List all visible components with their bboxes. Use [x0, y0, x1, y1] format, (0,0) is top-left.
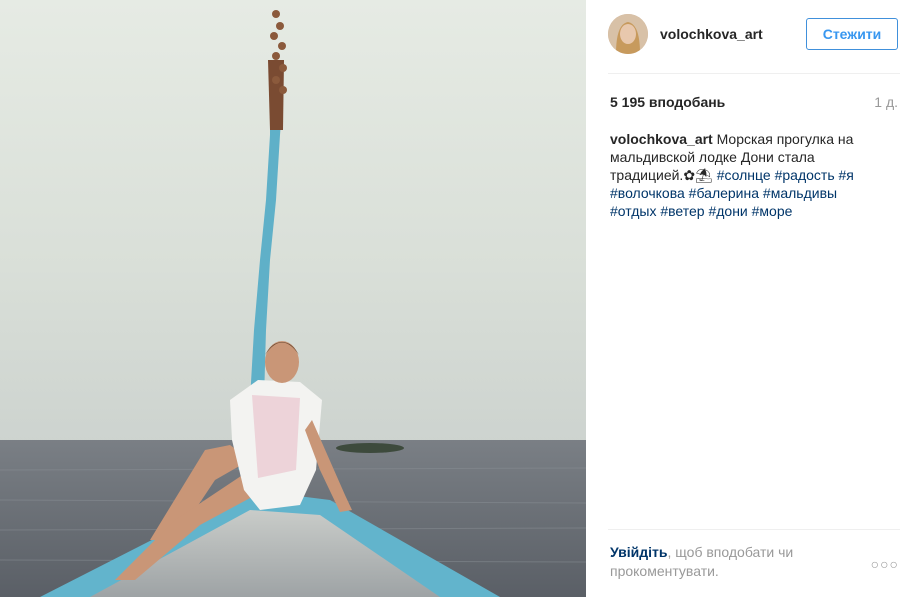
post-sidebar: volochkova_art Стежити 5 195 вподобань 1… [586, 0, 921, 597]
hashtag-link[interactable]: #я [839, 167, 854, 183]
hashtag-link[interactable]: #солнце [717, 167, 771, 183]
follow-button[interactable]: Стежити [806, 18, 898, 50]
instagram-post: volochkova_art Стежити 5 195 вподобань 1… [0, 0, 921, 597]
post-header: volochkova_art Стежити [608, 14, 900, 56]
hashtag-link[interactable]: #балерина [689, 185, 759, 201]
divider [608, 529, 900, 530]
hashtag-link[interactable]: #радость [775, 167, 835, 183]
hashtag-link[interactable]: #отдых [610, 203, 656, 219]
avatar[interactable] [608, 14, 648, 54]
post-photo[interactable] [0, 0, 586, 597]
post-time[interactable]: 1 д. [874, 94, 898, 110]
caption-username[interactable]: volochkova_art [610, 131, 713, 147]
hashtag-link[interactable]: #дони [708, 203, 747, 219]
hashtag-link[interactable]: #ветер [660, 203, 704, 219]
hashtag-link[interactable]: #море [752, 203, 793, 219]
divider [608, 73, 900, 74]
username-link[interactable]: volochkova_art [660, 26, 763, 42]
post-caption: volochkova_art Морская прогулка на мальд… [610, 130, 880, 220]
avatar-image [608, 14, 648, 54]
ellipsis-icon[interactable]: ○○○ [871, 556, 899, 572]
login-prompt: Увійдіть, щоб вподобати чи прокоментуват… [610, 543, 850, 581]
login-link[interactable]: Увійдіть [610, 544, 668, 560]
likes-count[interactable]: 5 195 вподобань [610, 94, 725, 110]
hashtag-link[interactable]: #волочкова [610, 185, 685, 201]
hashtag-link[interactable]: #мальдивы [763, 185, 837, 201]
post-photo-graphic [0, 0, 586, 597]
caption-emoji: ✿⛱ [683, 167, 713, 183]
